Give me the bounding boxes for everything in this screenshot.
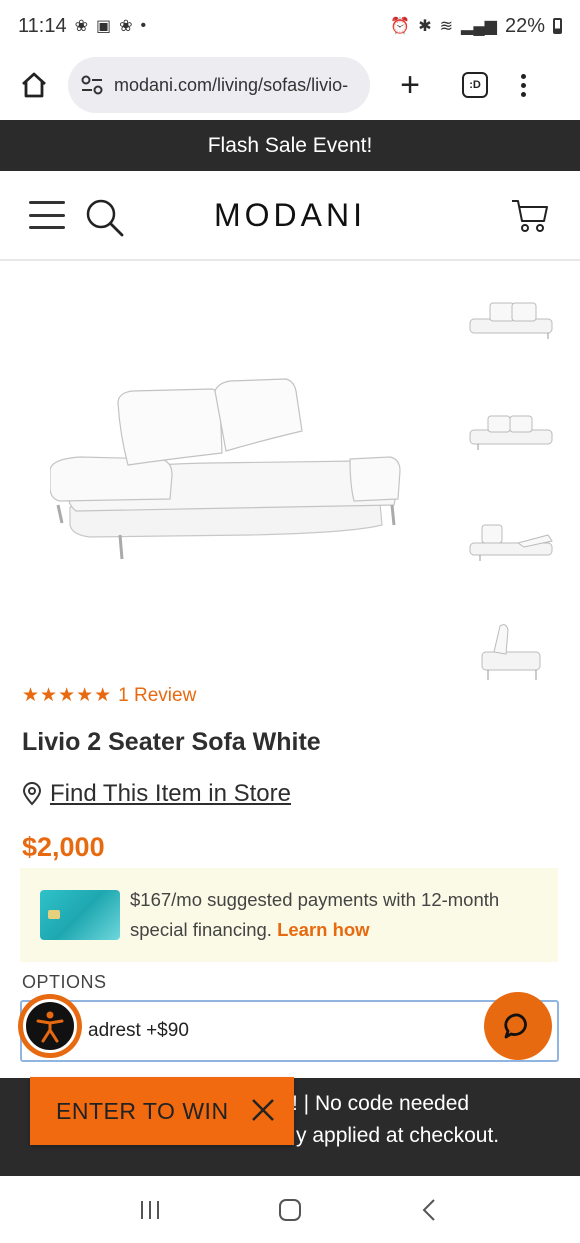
review-count-link[interactable]: 1 Review — [118, 685, 196, 707]
site-logo[interactable]: MODANI — [0, 197, 580, 234]
product-main-image[interactable] — [20, 270, 440, 670]
options-label: OPTIONS — [22, 972, 107, 992]
recent-apps-icon[interactable] — [137, 1197, 163, 1223]
thumbnail-4[interactable] — [466, 611, 556, 695]
home-button[interactable] — [14, 65, 54, 105]
address-bar[interactable]: modani.com/living/sofas/livio- — [68, 57, 370, 113]
find-in-store-label: Find This Item in Store — [50, 780, 291, 807]
location-pin-icon — [22, 782, 42, 806]
rating-stars: ★★★★★ — [22, 685, 113, 706]
site-header: MODANI — [0, 171, 580, 261]
notification-icon-2: ❀ — [119, 18, 133, 35]
browser-menu-button[interactable] — [518, 73, 528, 97]
battery-icon — [553, 18, 562, 34]
accessibility-button[interactable] — [18, 994, 82, 1058]
product-rating[interactable]: ★★★★★ 1 Review — [22, 684, 196, 707]
notification-icon: ❀ — [74, 18, 88, 35]
promo-text-line2: y applied at checkout. — [296, 1124, 500, 1147]
bluetooth-icon: ✱ — [418, 18, 432, 35]
back-icon[interactable] — [417, 1197, 443, 1223]
chat-button[interactable] — [484, 992, 552, 1060]
sofa-image — [50, 378, 401, 560]
accessibility-icon — [36, 1011, 64, 1043]
financing-text: $167/mo suggested payments with 12-month… — [130, 885, 538, 945]
financing-box: $167/mo suggested payments with 12-month… — [20, 868, 558, 962]
status-time: 11:14 — [18, 14, 67, 37]
home-icon — [22, 72, 46, 98]
flash-sale-banner[interactable]: Flash Sale Event! — [0, 120, 580, 171]
credit-card-image — [40, 890, 120, 940]
battery-level: 22% — [504, 14, 545, 37]
thumbnail-list — [466, 278, 556, 722]
url-text: modani.com/living/sofas/livio- — [114, 74, 349, 95]
cart-icon[interactable] — [510, 195, 550, 235]
product-price: $2,000 — [22, 832, 105, 862]
tab-switcher-button[interactable]: :D — [462, 72, 488, 98]
thumbnail-1[interactable] — [466, 278, 556, 362]
chat-icon — [504, 1013, 527, 1039]
status-bar: 11:14 ❀ ▣ ❀ • ⏰ ✱ ≋ ▂▄▆ 22% — [0, 0, 580, 52]
promo-text-line1: ! | No code needed — [292, 1092, 470, 1115]
thumbnail-2[interactable] — [466, 389, 556, 473]
learn-how-link[interactable]: Learn how — [277, 919, 370, 940]
system-nav-bar — [0, 1176, 580, 1243]
find-in-store-link[interactable]: Find This Item in Store — [22, 780, 291, 808]
enter-to-win-label: ENTER TO WIN — [56, 1097, 229, 1124]
thumbnail-3[interactable] — [466, 500, 556, 584]
new-tab-button[interactable]: + — [392, 66, 428, 105]
home-nav-icon[interactable] — [277, 1197, 303, 1223]
option-select[interactable]: adrest +$90 — [20, 1000, 559, 1062]
gallery-icon: ▣ — [95, 18, 112, 35]
browser-toolbar: modani.com/living/sofas/livio- + :D — [0, 52, 580, 118]
enter-to-win-button[interactable]: ENTER TO WIN — [30, 1077, 294, 1145]
option-selected-value: adrest +$90 — [88, 1020, 189, 1041]
site-settings-icon — [81, 75, 103, 95]
wifi-icon: ≋ — [439, 18, 454, 35]
product-title: Livio 2 Seater Sofa White — [22, 728, 321, 756]
dot-icon: • — [140, 17, 147, 34]
signal-icon: ▂▄▆ — [461, 18, 497, 35]
close-icon[interactable] — [250, 1097, 276, 1123]
alarm-icon: ⏰ — [390, 18, 411, 35]
